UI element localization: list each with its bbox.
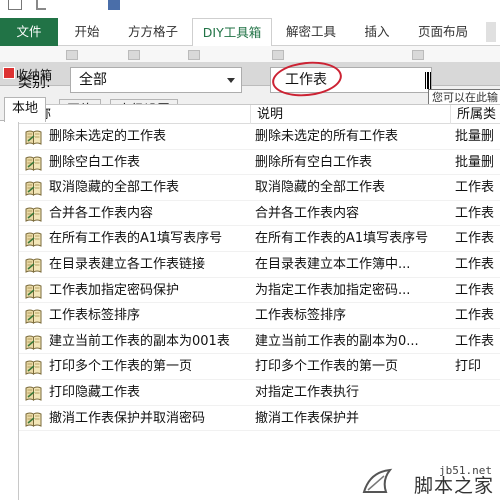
book-icon [25, 335, 42, 350]
item-name: 删除未选定的工作表 [49, 129, 167, 144]
tab-home[interactable]: 开始 [60, 18, 114, 46]
item-description: 打印多个工作表的第一页 [255, 359, 399, 375]
item-name: 在所有工作表的A1填写表序号 [49, 231, 223, 247]
tab-page-layout[interactable]: 页面布局 [408, 18, 478, 46]
item-category: 工作表 [455, 231, 495, 247]
tool-list: 名称 说明 所属类 删除未选定的工作表删除未选定的所有工作表批量删删除空白工作表… [18, 104, 500, 500]
category-label: 类别: [18, 75, 51, 91]
book-icon [25, 386, 42, 401]
item-description: 工作表标签排序 [255, 308, 347, 324]
search-input[interactable]: 工作表 [270, 67, 432, 93]
tab-diy-toolbox[interactable]: DIY工具箱 [192, 18, 272, 47]
book-icon [25, 232, 42, 248]
item-name: 打印隐藏工作表 [49, 384, 141, 400]
list-rows: 删除未选定的工作表 删除未选定的所有工作表 批量删 删除空白工作表 删除所有空白工作表批… [19, 124, 500, 432]
customize-icon[interactable] [108, 0, 120, 10]
book-icon [25, 207, 42, 222]
list-item[interactable]: 打印隐藏工作表 对指定工作表执行 [19, 380, 500, 406]
category-value: 全部 [79, 72, 107, 88]
item-description: 删除所有空白工作表 [255, 154, 373, 170]
item-description: 对指定工作表执行 [255, 384, 360, 400]
text-cursor-icon [425, 72, 431, 89]
item-name: 打印多个工作表的第一页 [49, 359, 193, 375]
item-description: 在所有工作表的A1填写表序号 [255, 231, 429, 247]
item-category: 工作表 [455, 256, 495, 272]
app-icon [3, 67, 15, 79]
item-description: 为指定工作表加指定密码... [255, 282, 411, 298]
item-category: 工作表 [455, 308, 495, 324]
item-category [455, 380, 500, 405]
watermark-logo-icon [362, 468, 393, 493]
book-icon [25, 309, 42, 325]
item-description: 取消隐藏的全部工作表 [255, 180, 386, 196]
quick-access-toolbar [0, 0, 500, 18]
ribbon-icon[interactable] [272, 50, 284, 60]
tab-local[interactable]: 本地 [4, 97, 47, 122]
book-icon [25, 130, 42, 145]
column-header-name[interactable]: 名称 [19, 105, 251, 124]
tab-file[interactable]: 文件 [0, 18, 58, 46]
list-item[interactable]: 合并各工作表内容 合并各工作表内容 工作表 [19, 201, 500, 227]
item-description: 在目录表建立本工作簿中... [255, 256, 411, 272]
tab-decrypt-tools[interactable]: 解密工具 [276, 18, 346, 46]
undo-icon[interactable] [36, 0, 46, 10]
save-icon[interactable] [8, 0, 22, 10]
item-name: 在目录表建立各工作表链接 [49, 256, 206, 272]
book-icon [25, 258, 42, 273]
book-icon [25, 156, 42, 171]
tab-insert[interactable]: 插入 [350, 18, 404, 46]
item-category: 批量删 [455, 129, 495, 144]
list-item[interactable]: 取消隐藏的全部工作表 取消隐藏的全部工作表 工作表 [19, 175, 500, 201]
item-name: 合并各工作表内容 [49, 205, 154, 221]
list-item[interactable]: 在所有工作表的A1填写表序号 在所有工作表的A1填写表序号 工作表 [19, 226, 500, 252]
item-category: 工作表 [455, 282, 495, 298]
more-tabs-icon [486, 22, 496, 42]
item-name: 工作表加指定密码保护 [49, 282, 180, 298]
item-category: 工作表 [455, 333, 495, 349]
list-item[interactable]: 删除未选定的工作表 删除未选定的所有工作表 批量删 [19, 124, 500, 150]
book-icon [25, 360, 42, 376]
ribbon-icon[interactable] [66, 50, 78, 60]
excel-window: 文件 开始 方方格子 DIY工具箱 解密工具 插入 页面布局 收纳箱 本地 网络… [0, 0, 500, 500]
item-category: 工作表 [455, 180, 495, 196]
item-category: 工作表 [455, 205, 495, 221]
item-category [455, 406, 500, 431]
item-description: 合并各工作表内容 [255, 205, 360, 221]
search-value: 工作表 [285, 72, 327, 88]
ribbon-icon[interactable] [188, 50, 200, 60]
watermark: jb51.net 脚本之家 [348, 458, 498, 500]
item-description: 撤消工作表保护并 [255, 410, 360, 426]
list-item[interactable]: 在目录表建立各工作表链接 在目录表建立本工作簿中... 工作表 [19, 252, 500, 278]
item-name: 删除空白工作表 [49, 154, 141, 170]
list-header: 名称 说明 所属类 [19, 105, 500, 124]
item-name: 撤消工作表保护并取消密码 [49, 410, 206, 426]
item-description: 建立当前工作表的副本为0... [255, 333, 419, 349]
ribbon-icon[interactable] [128, 50, 140, 60]
category-dropdown[interactable]: 全部 [70, 67, 242, 93]
item-description: 删除未选定的所有工作表 [255, 129, 399, 144]
column-header-description[interactable]: 说明 [251, 105, 451, 124]
item-name: 工作表标签排序 [49, 308, 141, 324]
item-category: 批量删 [455, 154, 495, 170]
tab-fangfang[interactable]: 方方格子 [118, 18, 188, 46]
column-header-category[interactable]: 所属类 [451, 105, 500, 124]
list-item[interactable]: 打印多个工作表的第一页 打印多个工作表的第一页 打印 [19, 354, 500, 380]
watermark-text: 脚本之家 [413, 475, 494, 497]
book-icon [25, 284, 42, 299]
item-name: 取消隐藏的全部工作表 [49, 180, 180, 196]
book-icon [25, 412, 42, 427]
item-name: 建立当前工作表的副本为001表 [49, 333, 230, 349]
list-item[interactable]: 建立当前工作表的副本为001表 建立当前工作表的副本为0... 工作表 [19, 329, 500, 355]
list-item[interactable]: 删除空白工作表 删除所有空白工作表 批量删 [19, 150, 500, 176]
chevron-down-icon [227, 78, 235, 83]
book-icon [25, 181, 42, 197]
item-category: 打印 [455, 359, 482, 375]
ribbon-tabs: 文件 开始 方方格子 DIY工具箱 解密工具 插入 页面布局 [0, 18, 500, 47]
list-item[interactable]: 撤消工作表保护并取消密码 撤消工作表保护并 [19, 406, 500, 432]
list-item[interactable]: 工作表加指定密码保护 为指定工作表加指定密码... 工作表 [19, 278, 500, 304]
ribbon-strip [0, 46, 500, 62]
list-item[interactable]: 工作表标签排序 工作表标签排序 工作表 [19, 303, 500, 329]
ribbon-icon[interactable] [412, 50, 424, 60]
